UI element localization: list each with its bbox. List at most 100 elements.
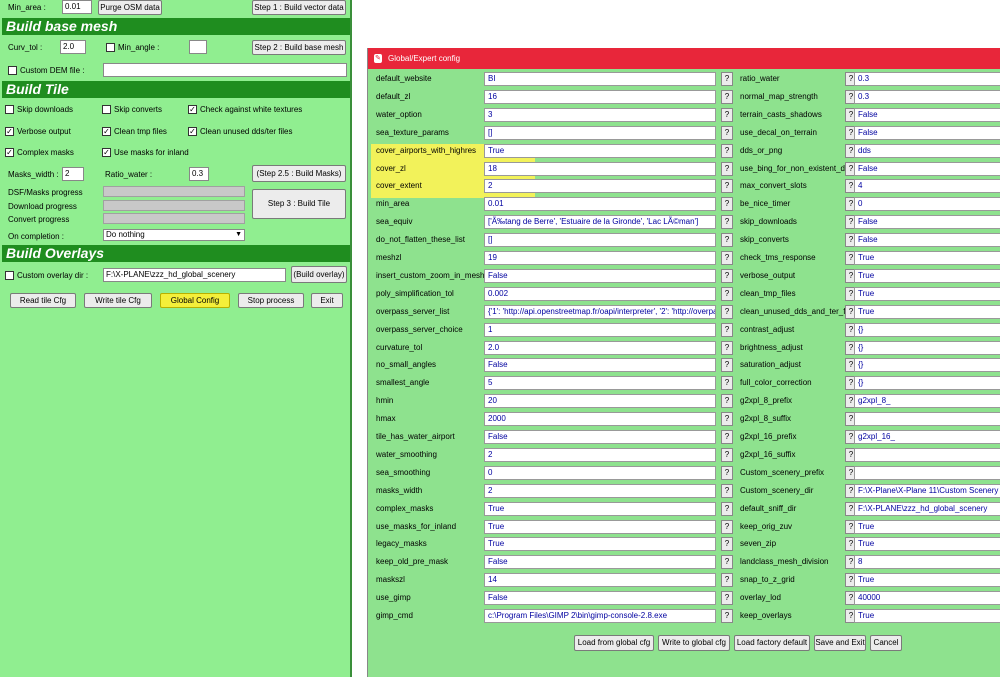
masks-width-input[interactable]: 2 <box>62 167 84 181</box>
ratio-water-input[interactable]: 0.3 <box>189 167 209 181</box>
param-value-input[interactable]: True <box>854 304 1000 319</box>
param-value-input[interactable]: 8 <box>854 555 1000 570</box>
param-value-input[interactable]: 3 <box>484 107 716 122</box>
param-row: max_convert_slots? 4 <box>732 177 1000 195</box>
clean-tmp-checkbox[interactable]: ✓ <box>102 127 111 136</box>
exit-button[interactable]: Exit <box>311 293 343 308</box>
step1-button[interactable]: Step 1 : Build vector data <box>252 0 346 15</box>
param-value-input[interactable]: 5 <box>484 376 716 391</box>
param-value-input[interactable]: ['Ã‰tang de Berre', 'Estuaire de la Giro… <box>484 215 716 230</box>
read-tile-cfg-button[interactable]: Read tile Cfg <box>10 293 76 308</box>
param-value-input[interactable]: 1 <box>484 322 716 337</box>
param-value-input[interactable]: {} <box>854 358 1000 373</box>
min-angle-input[interactable] <box>189 40 207 54</box>
param-value-input[interactable]: 0.3 <box>854 89 1000 104</box>
param-value-input[interactable]: {} <box>854 376 1000 391</box>
cancel-button[interactable]: Cancel <box>870 635 902 651</box>
param-value-input[interactable]: 16 <box>484 89 716 104</box>
param-value-input[interactable]: True <box>854 573 1000 588</box>
purge-osm-button[interactable]: Purge OSM data <box>98 0 162 15</box>
param-value-input[interactable]: 2000 <box>484 412 716 427</box>
param-value-input[interactable] <box>854 465 1000 480</box>
param-value-input[interactable]: True <box>854 268 1000 283</box>
param-value-input[interactable]: 19 <box>484 251 716 265</box>
param-value-input[interactable]: False <box>854 233 1000 248</box>
skip-converts-checkbox[interactable] <box>102 105 111 114</box>
param-value-input[interactable]: [] <box>484 233 716 248</box>
step25-button[interactable]: (Step 2.5 : Build Masks) <box>252 165 346 182</box>
custom-overlay-input[interactable]: F:\X-PLANE\zzz_hd_global_scenery <box>103 268 286 282</box>
param-value-input[interactable]: {'1': 'http://api.openstreetmap.fr/oapi/… <box>484 304 716 319</box>
param-value-input[interactable] <box>854 412 1000 427</box>
param-value-input[interactable]: True <box>854 609 1000 623</box>
param-value-input[interactable]: 0 <box>484 465 716 480</box>
param-value-input[interactable]: True <box>854 251 1000 265</box>
param-value-input[interactable] <box>854 447 1000 462</box>
param-value-input[interactable]: 0 <box>854 197 1000 212</box>
clean-unused-checkbox[interactable]: ✓ <box>188 127 197 136</box>
param-value-input[interactable]: BI <box>484 72 716 86</box>
masks-inland-checkbox[interactable]: ✓ <box>102 148 111 157</box>
stop-process-button[interactable]: Stop process <box>238 293 304 308</box>
param-value-input[interactable]: True <box>484 143 716 158</box>
param-value-input[interactable]: True <box>854 286 1000 301</box>
param-value-input[interactable]: 20 <box>484 394 716 409</box>
param-value-input[interactable]: False <box>854 107 1000 122</box>
custom-dem-input[interactable] <box>103 63 347 77</box>
step3-button[interactable]: Step 3 : Build Tile <box>252 189 346 219</box>
complex-masks-checkbox[interactable]: ✓ <box>5 148 14 157</box>
custom-overlay-label: Custom overlay dir : <box>17 271 89 280</box>
param-value-input[interactable]: F:\X-Plane\X-Plane 11\Custom Scenery <box>854 483 1000 498</box>
param-value-input[interactable]: True <box>854 537 1000 552</box>
build-overlay-button[interactable]: (Build overlay) <box>291 266 347 283</box>
param-value-input[interactable]: False <box>484 358 716 373</box>
param-value-input[interactable]: dds <box>854 143 1000 158</box>
global-config-button[interactable]: Global Config <box>160 293 230 308</box>
param-value-input[interactable]: 0.01 <box>484 197 716 212</box>
save-and-exit-button[interactable]: Save and Exit <box>814 635 866 651</box>
param-value-input[interactable]: 14 <box>484 573 716 588</box>
param-value-input[interactable]: False <box>854 125 1000 140</box>
param-value-input[interactable]: {} <box>854 322 1000 337</box>
param-value-input[interactable]: 0.002 <box>484 286 716 301</box>
param-value-input[interactable]: True <box>484 519 716 534</box>
load-global-cfg-button[interactable]: Load from global cfg <box>574 635 654 651</box>
write-global-cfg-button[interactable]: Write to global cfg <box>658 635 730 651</box>
param-value-input[interactable]: g2xpl_8_ <box>854 394 1000 409</box>
param-value-input[interactable]: False <box>854 215 1000 230</box>
param-value-input[interactable]: 2 <box>484 483 716 498</box>
param-value-input[interactable]: 4 <box>854 179 1000 194</box>
param-value-input[interactable]: False <box>484 555 716 570</box>
check-white-textures-checkbox[interactable]: ✓ <box>188 105 197 114</box>
step2-button[interactable]: Step 2 : Build base mesh <box>252 40 346 55</box>
param-value-input[interactable]: 18 <box>484 161 716 176</box>
min-area-input[interactable]: 0.01 <box>62 0 92 14</box>
param-value-input[interactable]: 40000 <box>854 591 1000 606</box>
skip-downloads-checkbox[interactable] <box>5 105 14 114</box>
verbose-output-checkbox[interactable]: ✓ <box>5 127 14 136</box>
param-value-input[interactable]: False <box>484 591 716 606</box>
param-value-input[interactable]: [] <box>484 125 716 140</box>
param-value-input[interactable]: False <box>484 430 716 444</box>
load-factory-default-button[interactable]: Load factory default <box>734 635 810 651</box>
param-value-input[interactable]: {} <box>854 340 1000 355</box>
param-value-input[interactable]: False <box>484 268 716 283</box>
param-value-input[interactable]: True <box>484 501 716 516</box>
param-value-input[interactable]: c:\Program Files\GIMP 2\bin\gimp-console… <box>484 609 716 623</box>
param-value-input[interactable]: F:\X-PLANE\zzz_hd_global_scenery <box>854 501 1000 516</box>
param-value-input[interactable]: True <box>484 537 716 552</box>
write-tile-cfg-button[interactable]: Write tile Cfg <box>84 293 152 308</box>
custom-overlay-checkbox[interactable] <box>5 271 14 280</box>
param-value-input[interactable]: g2xpl_16_ <box>854 430 1000 444</box>
param-value-input[interactable]: True <box>854 519 1000 534</box>
param-row: saturation_adjust?{} <box>732 356 1000 374</box>
min-angle-checkbox[interactable] <box>106 43 115 52</box>
custom-dem-checkbox[interactable] <box>8 66 17 75</box>
param-value-input[interactable]: 2.0 <box>484 340 716 355</box>
on-completion-select[interactable]: Do nothing ▼ <box>103 229 245 241</box>
param-value-input[interactable]: 2 <box>484 447 716 462</box>
param-value-input[interactable]: False <box>854 161 1000 176</box>
param-value-input[interactable]: 2 <box>484 179 716 194</box>
param-value-input[interactable]: 0.3 <box>854 72 1000 86</box>
curv-tol-input[interactable]: 2.0 <box>60 40 86 54</box>
